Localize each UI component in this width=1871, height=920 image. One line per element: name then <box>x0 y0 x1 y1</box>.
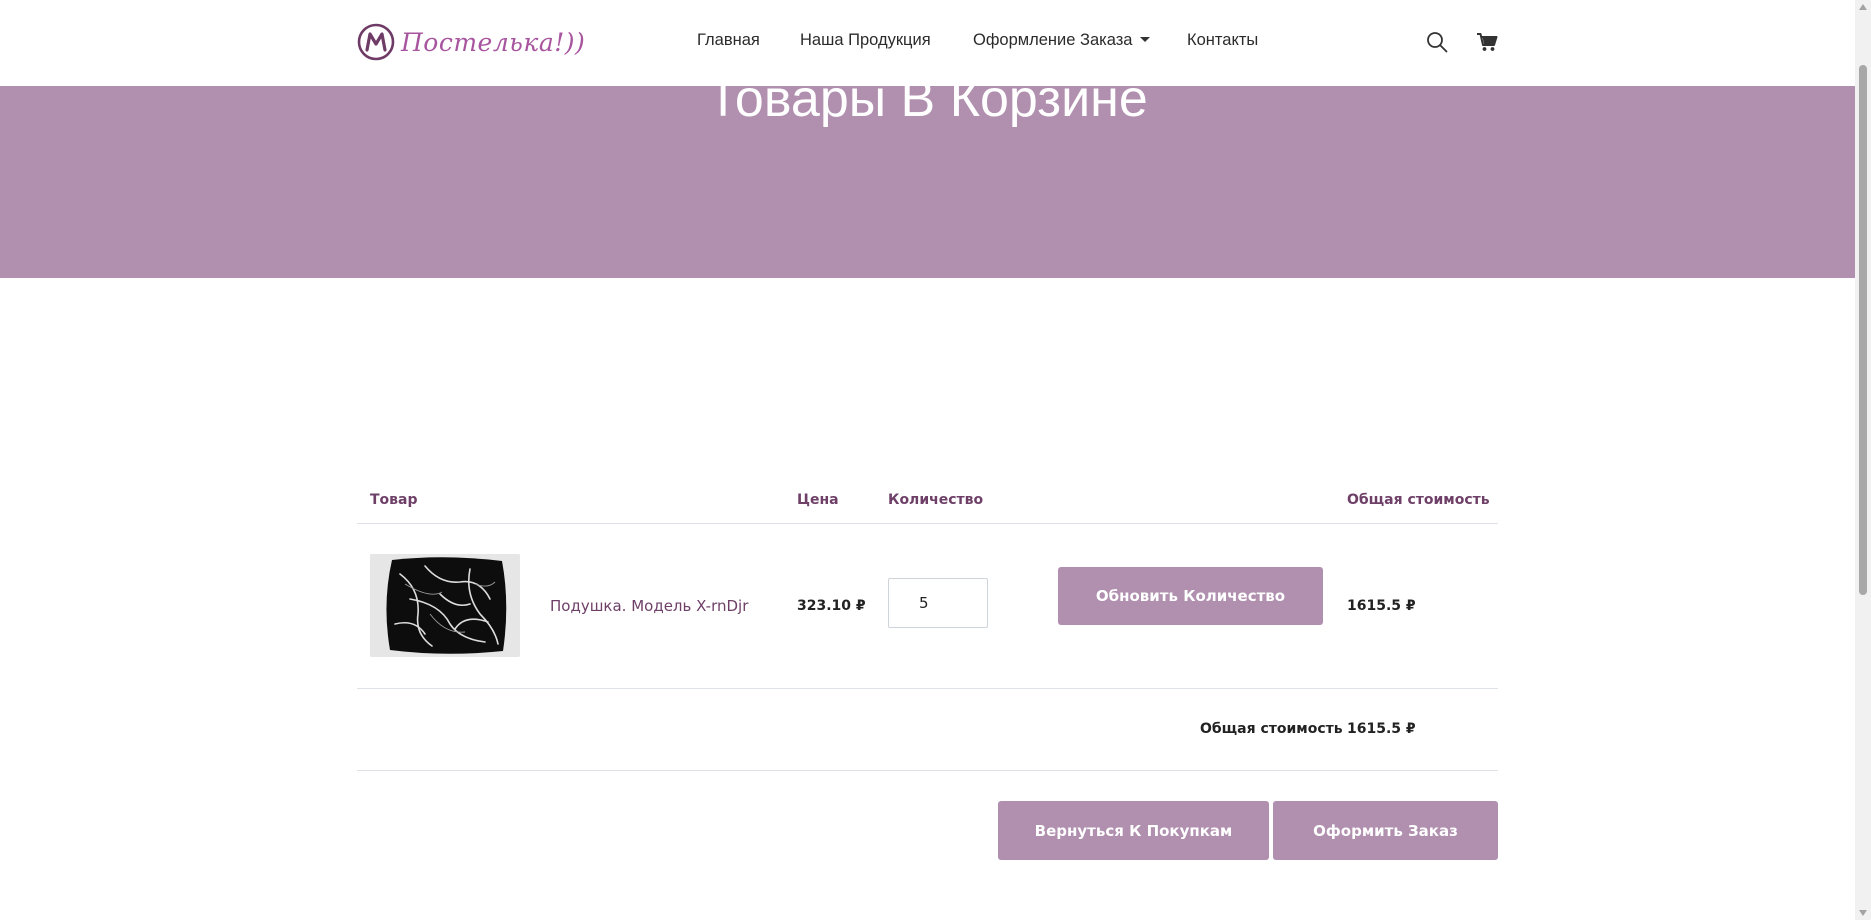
product-price: 323.10 ₽ <box>797 598 866 614</box>
cart-button[interactable] <box>1474 29 1500 55</box>
header-total: Общая стоимость <box>1347 492 1490 508</box>
header-product: Товар <box>370 492 418 508</box>
nav-checkout-dropdown[interactable]: Оформление Заказа <box>973 31 1151 50</box>
nav-checkout-label: Оформление Заказа <box>973 31 1133 49</box>
scroll-thumb[interactable] <box>1859 65 1867 595</box>
nav-products[interactable]: Наша Продукция <box>800 31 931 50</box>
divider <box>357 770 1498 771</box>
navbar: Постелька!)) Главная Наша Продукция Офор… <box>0 0 1855 86</box>
scrollbar[interactable] <box>1855 0 1871 920</box>
divider <box>357 688 1498 689</box>
product-link[interactable]: Подушка. Модель X-rnDjr <box>550 597 748 615</box>
divider <box>357 523 1498 524</box>
total-label: Общая стоимость <box>1200 721 1343 737</box>
scroll-down-arrow-icon[interactable] <box>1859 910 1867 916</box>
header-quantity: Количество <box>888 492 984 508</box>
pillow-image <box>370 554 520 657</box>
brand-name: Постелька!)) <box>401 27 586 57</box>
scroll-up-arrow-icon[interactable] <box>1859 4 1867 10</box>
search-icon <box>1427 32 1448 53</box>
checkout-button[interactable]: Оформить Заказ <box>1273 801 1498 860</box>
nav-home[interactable]: Главная <box>697 31 760 50</box>
cart-icon <box>1477 33 1498 51</box>
total-value: 1615.5 ₽ <box>1347 721 1416 737</box>
logo-icon <box>357 23 395 61</box>
line-total: 1615.5 ₽ <box>1347 598 1416 614</box>
quantity-input[interactable] <box>888 578 988 628</box>
header-price: Цена <box>797 492 839 508</box>
product-image[interactable] <box>370 554 520 657</box>
chevron-down-icon <box>1140 37 1151 42</box>
nav-contacts[interactable]: Контакты <box>1187 31 1258 50</box>
brand-logo[interactable]: Постелька!)) <box>357 23 585 61</box>
continue-shopping-button[interactable]: Вернуться К Покупкам <box>998 801 1269 860</box>
search-button[interactable] <box>1424 29 1450 55</box>
update-quantity-button[interactable]: Обновить Количество <box>1058 567 1323 625</box>
